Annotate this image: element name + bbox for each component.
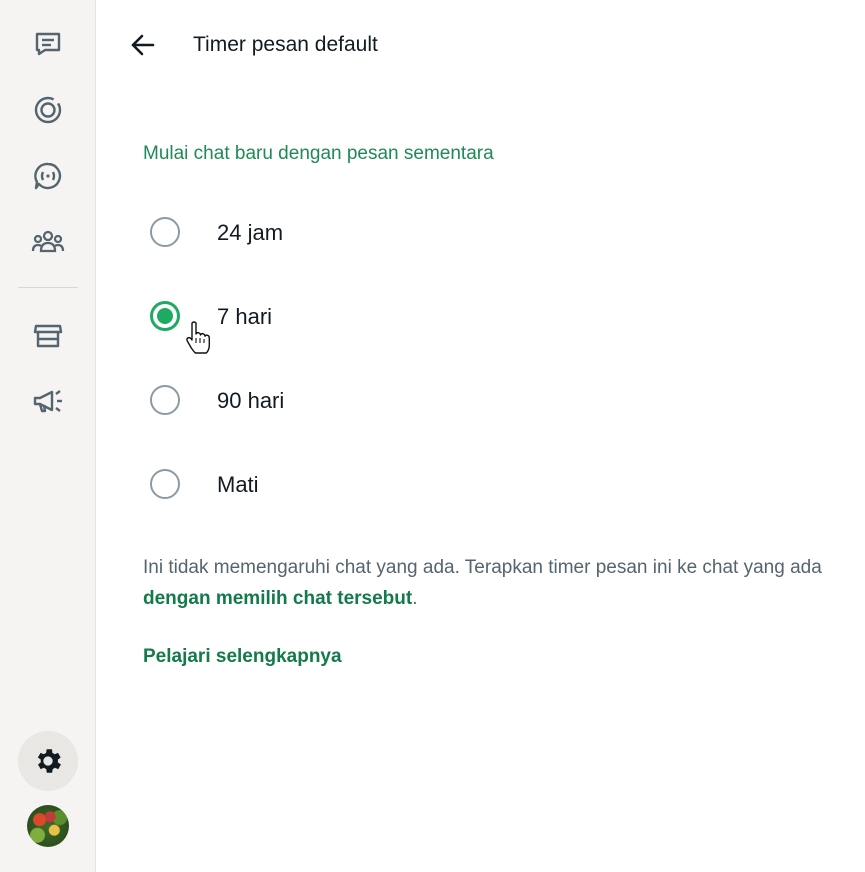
info-text: Ini tidak memengaruhi chat yang ada. Ter… <box>143 552 823 614</box>
radio-button[interactable] <box>150 385 180 415</box>
status-icon <box>34 96 62 124</box>
chats-button[interactable] <box>18 14 78 74</box>
channels-icon <box>34 162 62 190</box>
option-90-hari[interactable]: 90 hari <box>143 370 763 430</box>
ads-button[interactable] <box>18 371 78 431</box>
profile-avatar[interactable] <box>27 805 69 847</box>
channels-button[interactable] <box>18 146 78 206</box>
radio-button-selected[interactable] <box>150 301 180 331</box>
learn-more-link[interactable]: Pelajari selengkapnya <box>143 646 342 668</box>
option-label: 24 jam <box>217 220 284 245</box>
communities-icon <box>31 230 65 253</box>
radio-button[interactable] <box>150 217 180 247</box>
section-title: Mulai chat baru dengan pesan sementara <box>143 143 494 164</box>
select-chat-link[interactable]: dengan memilih chat tersebut <box>143 588 412 609</box>
back-button[interactable] <box>126 28 160 62</box>
header: Timer pesan default <box>96 0 865 90</box>
page-title: Timer pesan default <box>193 33 378 56</box>
gear-icon <box>37 749 61 773</box>
info-text-before: Ini tidak memengaruhi chat yang ada. Ter… <box>143 557 822 578</box>
option-mati[interactable]: Mati <box>143 454 763 514</box>
status-button[interactable] <box>18 80 78 140</box>
option-24-jam[interactable]: 24 jam <box>143 202 763 262</box>
info-text-after: . <box>412 588 418 609</box>
megaphone-icon <box>33 390 62 413</box>
option-7-hari[interactable]: 7 hari <box>143 286 763 346</box>
option-label: 7 hari <box>217 304 273 329</box>
arrow-left-icon <box>131 34 155 56</box>
rail-divider <box>18 287 78 288</box>
chats-icon <box>35 32 61 56</box>
radio-button[interactable] <box>150 469 180 499</box>
communities-button[interactable] <box>18 212 78 272</box>
navigation-rail <box>0 0 96 872</box>
settings-button[interactable] <box>18 731 78 791</box>
option-label: Mati <box>217 472 259 497</box>
option-label: 90 hari <box>217 388 285 413</box>
hand-cursor-icon <box>186 321 210 354</box>
store-button[interactable] <box>18 305 78 365</box>
store-icon <box>33 324 63 348</box>
